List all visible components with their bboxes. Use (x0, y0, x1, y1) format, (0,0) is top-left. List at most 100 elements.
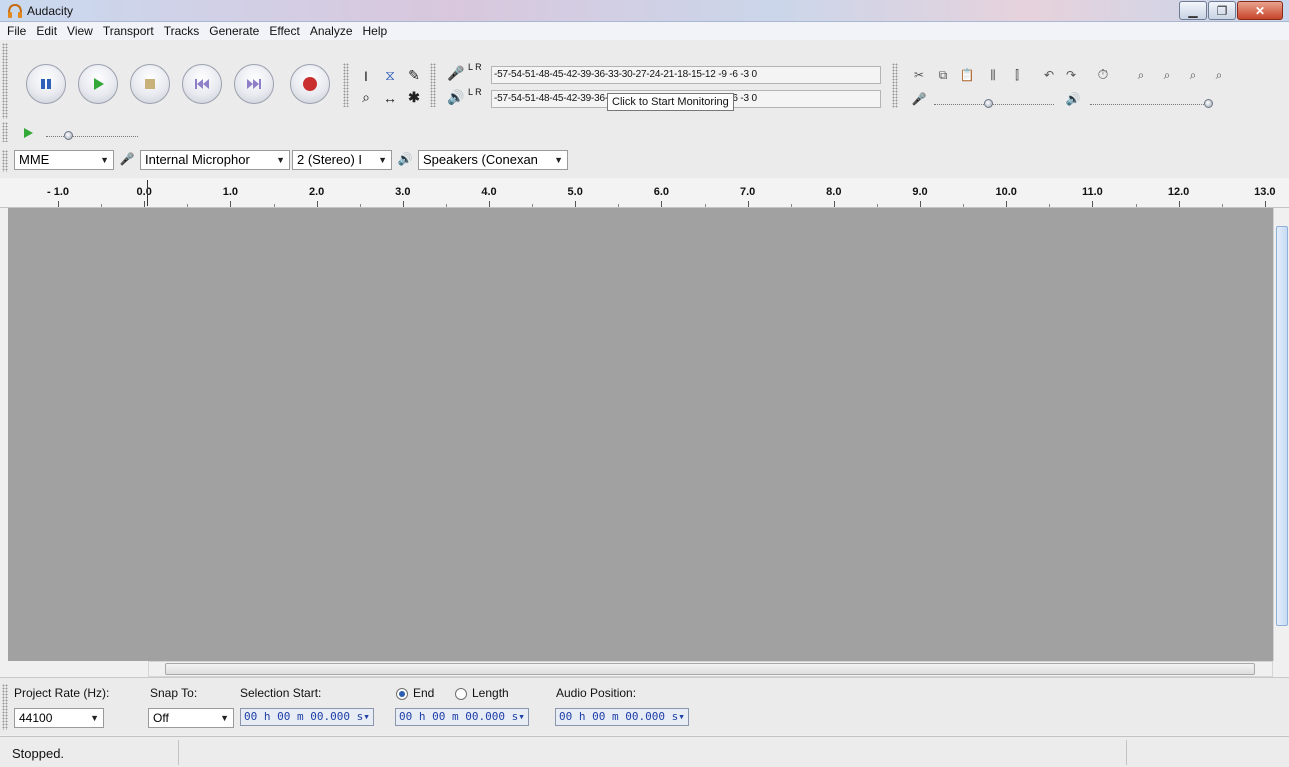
selection-end-time[interactable]: 00 h 00 m 00.000 s▾ (395, 708, 529, 726)
ruler-minor-tick (704, 204, 706, 207)
track-area[interactable] (8, 208, 1273, 661)
end-radio-label: End (413, 686, 435, 700)
snap-to-select[interactable]: Off ▼ (148, 708, 234, 728)
selection-toolbar-grip[interactable] (2, 684, 8, 730)
zoom-out-icon: ⌕ (1163, 67, 1171, 82)
ruler-minor-tick (273, 204, 275, 207)
input-channels-select[interactable]: 2 (Stereo) I ▼ (292, 150, 392, 170)
skip-to-end-button[interactable] (234, 64, 274, 104)
ruler-tick (920, 201, 921, 207)
playback-meter-button[interactable]: 🔊 (446, 88, 466, 107)
project-rate-value: 44100 (19, 711, 53, 725)
menu-generate[interactable]: Generate (204, 24, 264, 38)
menu-help[interactable]: Help (358, 24, 393, 38)
play-speed-thumb[interactable] (64, 131, 73, 140)
input-device-select[interactable]: Internal Microphor ▼ (140, 150, 290, 170)
zoom-tool-button[interactable]: ⌕ (356, 88, 376, 107)
vertical-scrollbar[interactable] (1273, 208, 1289, 661)
selection-tool-button[interactable]: I (356, 66, 376, 85)
menu-file[interactable]: File (2, 24, 31, 38)
pause-button[interactable] (26, 64, 66, 104)
selection-start-time[interactable]: 00 h 00 m 00.000 s▾ (240, 708, 374, 726)
play-icon (24, 127, 33, 138)
record-icon (303, 77, 317, 91)
menu-effect[interactable]: Effect (264, 24, 304, 38)
envelope-tool-button[interactable]: ⧖ (380, 66, 400, 85)
ruler-label: 1.0 (222, 186, 239, 198)
ruler-label: - 1.0 (46, 186, 70, 198)
audio-position-value: 00 h 00 m 00.000 s (559, 710, 679, 723)
device-toolbar: MME ▼ 🎤 Internal Microphor ▼ 2 (Stereo) I ▼… (0, 146, 580, 172)
stopwatch-icon: ⏱ (1097, 65, 1109, 82)
copy-button[interactable]: ⧉ (934, 66, 952, 84)
play-speed-slider[interactable] (46, 136, 138, 137)
record-button[interactable] (290, 64, 330, 104)
transport-toolbar-grip[interactable] (2, 43, 8, 119)
record-meter-button[interactable]: 🎤 (446, 64, 466, 83)
status-divider (1126, 740, 1127, 765)
cut-button[interactable]: ✂ (910, 66, 928, 84)
timeline-ruler[interactable]: - 1.0 0.0 1.0 2.0 3.0 4.0 5.0 6.0 7.0 8.0 9.0 10.0 1… (0, 178, 1289, 208)
chevron-down-icon: ▼ (220, 713, 229, 723)
play-speed-toolbar-grip[interactable] (2, 122, 8, 142)
vertical-scroll-thumb[interactable] (1276, 226, 1288, 626)
timeshift-tool-button[interactable]: ↔ (380, 88, 400, 107)
end-radio[interactable] (396, 688, 408, 700)
record-meter[interactable]: -57-54-51-48-45-42-39-36-33-30-27-24-21-… (491, 66, 881, 84)
ruler-tick (1264, 201, 1266, 207)
redo-button[interactable]: ↷ (1062, 66, 1080, 84)
maximize-button[interactable]: ❐ (1208, 1, 1236, 20)
mixer-toolbar-grip[interactable] (892, 90, 898, 108)
selection-end-value: 00 h 00 m 00.000 s (399, 710, 519, 723)
play-button[interactable] (78, 64, 118, 104)
ruler-tick (402, 201, 404, 207)
fit-selection-button[interactable]: ⌕ (1184, 66, 1202, 84)
zoom-in-button[interactable]: ⌕ (1132, 66, 1150, 84)
trim-button[interactable]: ⫼ (984, 66, 1002, 84)
tools-toolbar-grip[interactable] (343, 63, 349, 107)
monitoring-tooltip: Click to Start Monitoring (607, 93, 734, 111)
paste-button[interactable]: 📋 (958, 66, 976, 84)
horizontal-scrollbar[interactable] (148, 661, 1273, 677)
draw-tool-button[interactable]: ✎ (404, 66, 424, 85)
input-volume-thumb[interactable] (984, 99, 993, 108)
menu-transport[interactable]: Transport (98, 24, 159, 38)
silence-button[interactable]: ⫿ (1008, 66, 1026, 84)
project-rate-select[interactable]: 44100 ▼ (14, 708, 104, 728)
stop-button[interactable] (130, 64, 170, 104)
menu-edit[interactable]: Edit (31, 24, 62, 38)
ruler-label: 9.0 (912, 186, 928, 198)
close-button[interactable]: ✕ (1237, 1, 1283, 20)
input-volume-slider[interactable] (934, 104, 1054, 105)
horizontal-scroll-thumb[interactable] (165, 663, 1255, 675)
length-radio[interactable] (455, 688, 467, 700)
meter-toolbar-grip[interactable] (430, 63, 436, 107)
skip-start-icon (195, 79, 209, 89)
playhead-marker[interactable] (147, 180, 148, 206)
multi-tool-button[interactable]: ✱ (404, 88, 424, 107)
chevron-down-icon: ▾ (678, 710, 685, 723)
zoom-out-button[interactable]: ⌕ (1158, 66, 1176, 84)
menu-tracks[interactable]: Tracks (159, 24, 205, 38)
input-volume-icon: 🎤 (910, 90, 928, 108)
fit-project-button[interactable]: ⌕ (1210, 66, 1228, 84)
ruler-tick (661, 201, 663, 207)
output-volume-thumb[interactable] (1204, 99, 1213, 108)
menu-analyze[interactable]: Analyze (305, 24, 358, 38)
ruler-label: 12.0 (1167, 186, 1190, 198)
ruler-tick (230, 201, 232, 207)
undo-button[interactable]: ↶ (1040, 66, 1058, 84)
output-device-select[interactable]: Speakers (Conexan ▼ (418, 150, 568, 170)
play-at-speed-button[interactable] (18, 123, 38, 142)
ruler-minor-tick (876, 204, 878, 207)
menu-view[interactable]: View (62, 24, 98, 38)
audio-position-time[interactable]: 00 h 00 m 00.000 s▾ (555, 708, 689, 726)
status-divider (178, 740, 179, 765)
sync-lock-button[interactable]: ⏱ (1094, 65, 1112, 83)
input-device-value: Internal Microphor (145, 152, 250, 167)
minimize-button[interactable]: ▁ (1179, 1, 1207, 20)
skip-to-start-button[interactable] (182, 64, 222, 104)
output-volume-slider[interactable] (1090, 104, 1210, 105)
speaker-icon: 🔊 (397, 152, 413, 166)
audio-host-select[interactable]: MME ▼ (14, 150, 114, 170)
